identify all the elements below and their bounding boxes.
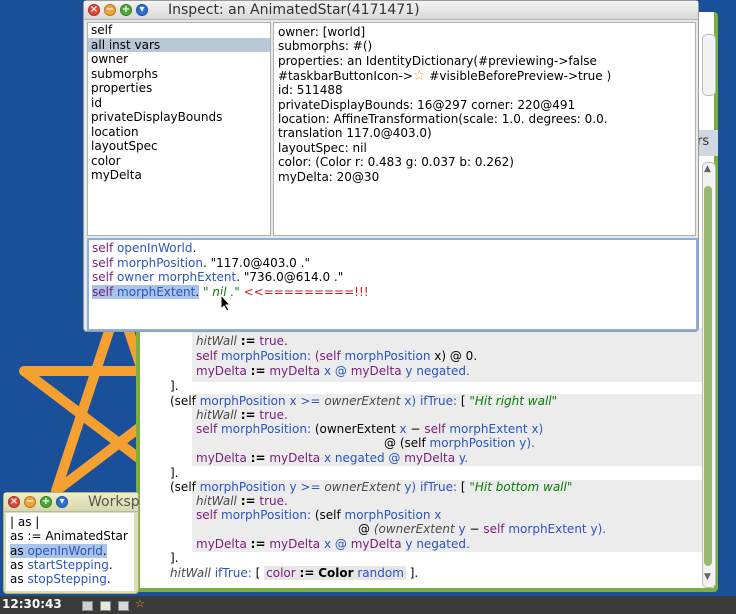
value-line: #taskbarButtonIcon->☆ #visibleBeforePrev… xyxy=(278,68,612,84)
maximize-icon[interactable]: + xyxy=(40,496,52,508)
taskbar-inspector-icon[interactable] xyxy=(118,601,129,611)
value-line: myDelta: 20@30 xyxy=(278,170,380,184)
value-line: privateDisplayBounds: 16@297 corner: 220… xyxy=(278,98,576,112)
menu-icon[interactable]: ▾ xyxy=(136,4,148,16)
value-line: properties: an IdentityDictionary(#previ… xyxy=(278,54,597,68)
value-line: translation 117.0@403.0) xyxy=(278,126,432,140)
scroll-down-icon[interactable]: ▼ xyxy=(704,572,711,582)
taskbar-star-icon[interactable]: ☆ xyxy=(135,597,145,610)
field-item[interactable]: layoutSpec xyxy=(88,139,270,154)
taskbar: 12:30:43 ☆ xyxy=(0,596,736,614)
menu-icon[interactable]: ▾ xyxy=(56,496,68,508)
field-item[interactable]: owner xyxy=(88,52,270,67)
field-item[interactable]: properties xyxy=(88,81,270,96)
star-icon: ☆ xyxy=(412,68,426,84)
workspace-titlebar[interactable]: × − + ▾ Worksp xyxy=(4,493,140,512)
field-item[interactable]: id xyxy=(88,96,270,111)
taskbar-workspace-icon[interactable] xyxy=(82,601,93,611)
close-icon[interactable]: × xyxy=(88,4,100,16)
field-item[interactable]: location xyxy=(88,125,270,140)
evaluator-pane[interactable]: self openInWorld. self morphPosition. "1… xyxy=(87,238,698,331)
field-item[interactable]: color xyxy=(88,154,270,169)
maximize-icon[interactable]: + xyxy=(120,4,132,16)
value-line: location: AffineTransformation(scale: 1.… xyxy=(278,112,608,126)
value-line: owner: [world] xyxy=(278,25,366,39)
value-line: submorphs: #() xyxy=(278,39,373,53)
workspace-text[interactable]: | as | as := AnimatedStar as openInWorld… xyxy=(6,513,134,591)
field-list[interactable]: self all inst vars owner submorphs propertie… xyxy=(87,22,271,236)
inspector-title: Inspect: an AnimatedStar(4171471) xyxy=(168,2,420,18)
field-item[interactable]: self xyxy=(88,23,270,38)
clock: 12:30:43 xyxy=(2,597,62,611)
taskbar-browser-icon[interactable] xyxy=(100,601,111,611)
code-pane[interactable]: hitWall := true. self morphPosition: (se… xyxy=(142,318,702,590)
field-item[interactable]: all inst vars xyxy=(88,37,270,52)
workspace-title: Worksp xyxy=(88,494,140,510)
scrollbar-top[interactable] xyxy=(702,34,716,96)
value-line: layoutSpec: nil xyxy=(278,141,367,155)
field-item[interactable]: privateDisplayBounds xyxy=(88,110,270,125)
scroll-up-icon[interactable]: ▲ xyxy=(704,164,711,174)
mouse-cursor-icon xyxy=(220,294,232,312)
minimize-icon[interactable]: − xyxy=(104,4,116,16)
field-item[interactable]: submorphs xyxy=(88,67,270,82)
workspace-window: × − + ▾ Worksp | as | as := AnimatedStar… xyxy=(3,492,140,594)
minimize-icon[interactable]: − xyxy=(24,496,36,508)
close-icon[interactable]: × xyxy=(8,496,20,508)
value-line: color: (Color r: 0.483 g: 0.037 b: 0.262… xyxy=(278,155,514,169)
value-line: id: 511488 xyxy=(278,83,343,97)
inspector-window: × − + ▾ Inspect: an AnimatedStar(4171471… xyxy=(83,0,699,332)
inspector-titlebar[interactable]: × − + ▾ Inspect: an AnimatedStar(4171471… xyxy=(84,1,698,20)
field-item[interactable]: myDelta xyxy=(88,168,270,183)
value-pane[interactable]: owner: [world] submorphs: #() properties… xyxy=(273,22,696,236)
